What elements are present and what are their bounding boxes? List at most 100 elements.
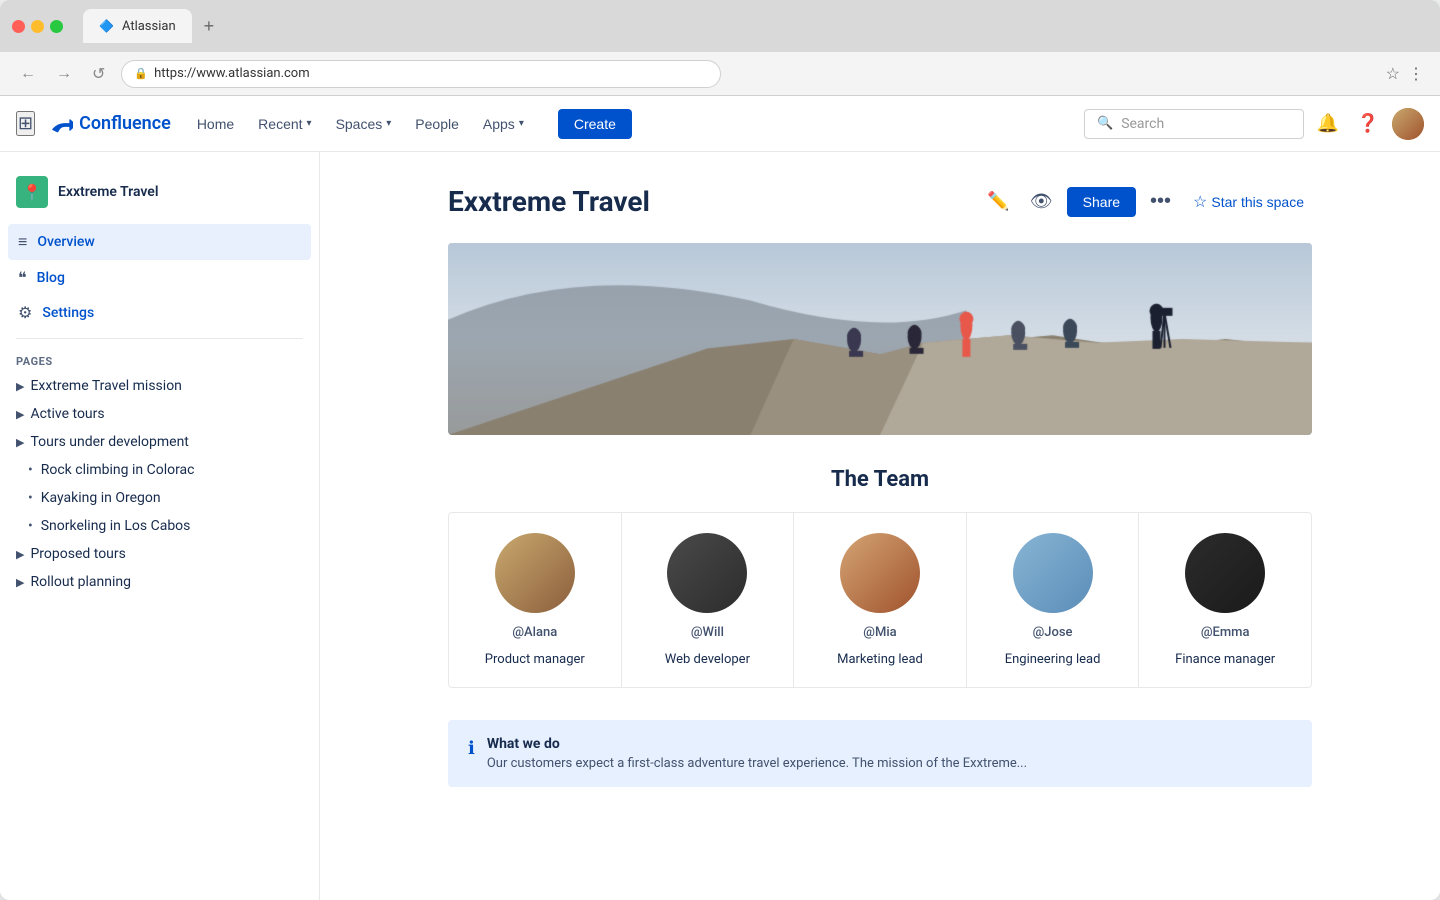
- star-space-button[interactable]: ☆ Star this space: [1185, 186, 1312, 218]
- forward-button[interactable]: →: [52, 61, 76, 87]
- nav-apps[interactable]: Apps: [473, 110, 534, 138]
- confluence-logo-text: Confluence: [79, 113, 171, 134]
- maximize-button[interactable]: [50, 20, 63, 33]
- hero-image: [448, 243, 1312, 435]
- browser-window: 🔷 Atlassian + ← → ↺ 🔒 https://www.atlass…: [0, 0, 1440, 900]
- sidebar-item-blog[interactable]: ❝ Blog: [8, 260, 311, 295]
- browser-tab[interactable]: 🔷 Atlassian: [83, 9, 192, 43]
- page-tree-rollout-label: Rollout planning: [30, 574, 131, 590]
- role-alana: Product manager: [485, 652, 585, 667]
- reload-button[interactable]: ↺: [88, 60, 109, 88]
- team-card-jose: @Jose Engineering lead: [967, 513, 1140, 687]
- sidebar-item-blog-label: Blog: [37, 270, 65, 286]
- page-tree-rollout[interactable]: ▶ Rollout planning: [0, 568, 319, 596]
- new-tab-button[interactable]: +: [204, 16, 215, 37]
- view-button[interactable]: 👁: [1024, 185, 1059, 218]
- search-box[interactable]: 🔍 Search: [1084, 109, 1304, 139]
- info-box-content: What we do Our customers expect a first-…: [487, 736, 1027, 771]
- blog-icon: ❝: [18, 268, 27, 287]
- confluence-logo[interactable]: Confluence: [51, 113, 171, 135]
- team-card-mia: @Mia Marketing lead: [794, 513, 967, 687]
- sidebar-header: 📍 Exxtreme Travel: [0, 168, 319, 224]
- ssl-lock-icon: 🔒: [134, 67, 148, 80]
- notifications-icon[interactable]: 🔔: [1312, 108, 1344, 140]
- back-button[interactable]: ←: [16, 61, 40, 87]
- edit-button[interactable]: ✏️: [981, 185, 1015, 218]
- page-tree-kayaking-label: Kayaking in Oregon: [41, 490, 161, 506]
- info-icon: ℹ: [468, 738, 475, 759]
- grid-icon[interactable]: ⊞: [16, 111, 35, 136]
- overview-icon: ≡: [18, 232, 27, 252]
- info-box-title: What we do: [487, 736, 1027, 752]
- avatar-emma[interactable]: [1185, 533, 1265, 613]
- avatar-alana[interactable]: [495, 533, 575, 613]
- sidebar-item-settings[interactable]: ⚙ Settings: [8, 295, 311, 330]
- settings-icon: ⚙: [18, 303, 32, 322]
- page-tree-snorkeling-label: Snorkeling in Los Cabos: [41, 518, 191, 534]
- bullet-icon: •: [28, 462, 33, 478]
- close-button[interactable]: [12, 20, 25, 33]
- hero-canvas: [448, 243, 1312, 435]
- role-will: Web developer: [665, 652, 750, 667]
- space-name: Exxtreme Travel: [58, 184, 158, 200]
- chevron-icon: ▶: [16, 408, 24, 421]
- role-mia: Marketing lead: [837, 652, 923, 667]
- star-icon: ☆: [1193, 192, 1207, 212]
- page-tree-mission[interactable]: ▶ Exxtreme Travel mission: [0, 372, 319, 400]
- help-icon[interactable]: ❓: [1352, 108, 1384, 140]
- bullet-icon: •: [28, 490, 33, 506]
- star-label: Star this space: [1211, 194, 1304, 210]
- sidebar-item-overview-label: Overview: [37, 234, 94, 250]
- page-actions: ✏️ 👁 Share ••• ☆ Star this space: [981, 184, 1312, 219]
- sidebar-item-overview[interactable]: ≡ Overview: [8, 224, 311, 260]
- page-tree-rock-climbing[interactable]: • Rock climbing in Colorac: [0, 456, 319, 484]
- nav-home[interactable]: Home: [187, 110, 244, 138]
- create-button[interactable]: Create: [558, 109, 632, 139]
- share-button[interactable]: Share: [1067, 187, 1136, 217]
- avatar-will[interactable]: [667, 533, 747, 613]
- info-box-text: Our customers expect a first-class adven…: [487, 756, 1027, 771]
- sidebar-divider: [16, 338, 303, 339]
- nav-recent[interactable]: Recent: [248, 110, 321, 138]
- address-url: https://www.atlassian.com: [154, 66, 310, 81]
- confluence-icon: [51, 113, 73, 135]
- browser-more-icon[interactable]: ⋮: [1408, 64, 1424, 84]
- address-bar: ← → ↺ 🔒 https://www.atlassian.com ☆ ⋮: [0, 52, 1440, 96]
- handle-jose: @Jose: [1033, 625, 1073, 640]
- chevron-icon: ▶: [16, 380, 24, 393]
- avatar-jose[interactable]: [1013, 533, 1093, 613]
- nav-spaces[interactable]: Spaces: [326, 110, 402, 138]
- avatar-mia[interactable]: [840, 533, 920, 613]
- page-title: Exxtreme Travel: [448, 185, 650, 218]
- handle-alana: @Alana: [512, 625, 557, 640]
- page-tree-proposed-label: Proposed tours: [30, 546, 125, 562]
- address-input[interactable]: 🔒 https://www.atlassian.com: [121, 60, 721, 88]
- bookmark-icon[interactable]: ☆: [1386, 64, 1400, 84]
- avatar[interactable]: [1392, 108, 1424, 140]
- browser-action-buttons: ☆ ⋮: [1386, 64, 1424, 84]
- page-tree-active-tours[interactable]: ▶ Active tours: [0, 400, 319, 428]
- sidebar-item-settings-label: Settings: [42, 305, 94, 321]
- nav-people[interactable]: People: [405, 110, 469, 138]
- page-tree-proposed[interactable]: ▶ Proposed tours: [0, 540, 319, 568]
- content-area: Exxtreme Travel ✏️ 👁 Share ••• ☆ Star th…: [320, 152, 1440, 900]
- main-area: 📍 Exxtreme Travel ≡ Overview ❝ Blog ⚙ Se…: [0, 152, 1440, 900]
- tab-favicon: 🔷: [99, 19, 114, 33]
- page-tree-tours-dev[interactable]: ▶ Tours under development: [0, 428, 319, 456]
- minimize-button[interactable]: [31, 20, 44, 33]
- page-header: Exxtreme Travel ✏️ 👁 Share ••• ☆ Star th…: [448, 184, 1312, 219]
- handle-emma: @Emma: [1201, 625, 1250, 640]
- team-section-title: The Team: [448, 467, 1312, 492]
- team-card-will: @Will Web developer: [622, 513, 795, 687]
- page-tree-kayaking[interactable]: • Kayaking in Oregon: [0, 484, 319, 512]
- content-inner: Exxtreme Travel ✏️ 👁 Share ••• ☆ Star th…: [400, 152, 1360, 819]
- role-jose: Engineering lead: [1005, 652, 1101, 667]
- team-card-emma: @Emma Finance manager: [1139, 513, 1311, 687]
- top-nav: ⊞ Confluence Home Recent Spaces People A…: [0, 96, 1440, 152]
- more-options-button[interactable]: •••: [1144, 184, 1177, 219]
- page-tree-rock-climbing-label: Rock climbing in Colorac: [41, 462, 195, 478]
- space-icon: 📍: [16, 176, 48, 208]
- page-tree-snorkeling[interactable]: • Snorkeling in Los Cabos: [0, 512, 319, 540]
- page-tree-active-tours-label: Active tours: [30, 406, 104, 422]
- search-icon: 🔍: [1097, 116, 1113, 131]
